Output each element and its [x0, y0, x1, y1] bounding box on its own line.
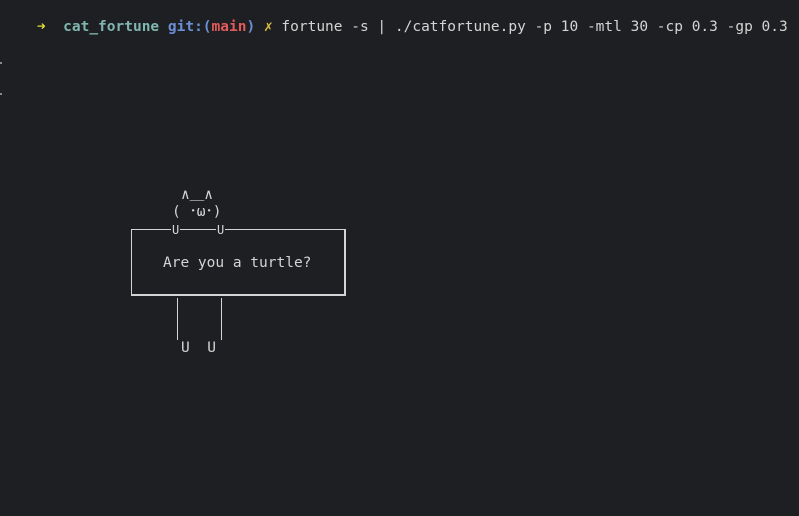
prompt-arrow-icon: ➜ — [36, 19, 46, 35]
command-prompt-line: ➜ cat_fortune git:(main) ✗ fortune -s | … — [2, 0, 788, 35]
prompt-branch: main — [211, 19, 247, 35]
left-edge-marker — [0, 93, 2, 95]
cat-ears: ∧＿∧ — [181, 187, 213, 203]
cat-left-leg — [177, 298, 178, 340]
left-edge-marker — [0, 62, 2, 64]
prompt-dirty-marker: ✗ — [263, 19, 273, 35]
prompt-git-suffix: ) — [246, 19, 256, 35]
prompt-directory: cat_fortune — [63, 19, 160, 35]
prompt-command: fortune -s | ./catfortune.py -p 10 -mtl … — [281, 19, 788, 35]
cat-feet: U U — [181, 340, 216, 356]
prompt-git-prefix: git:( — [167, 19, 212, 35]
cat-left-paw: U — [171, 223, 181, 237]
cat-right-leg — [221, 298, 222, 340]
cat-face: ( ･ω･) — [172, 204, 222, 220]
terminal-window[interactable]: ➜ cat_fortune git:(main) ✗ fortune -s | … — [0, 0, 799, 516]
cat-right-paw: U — [216, 223, 226, 237]
fortune-message: Are you a turtle? — [163, 255, 312, 271]
